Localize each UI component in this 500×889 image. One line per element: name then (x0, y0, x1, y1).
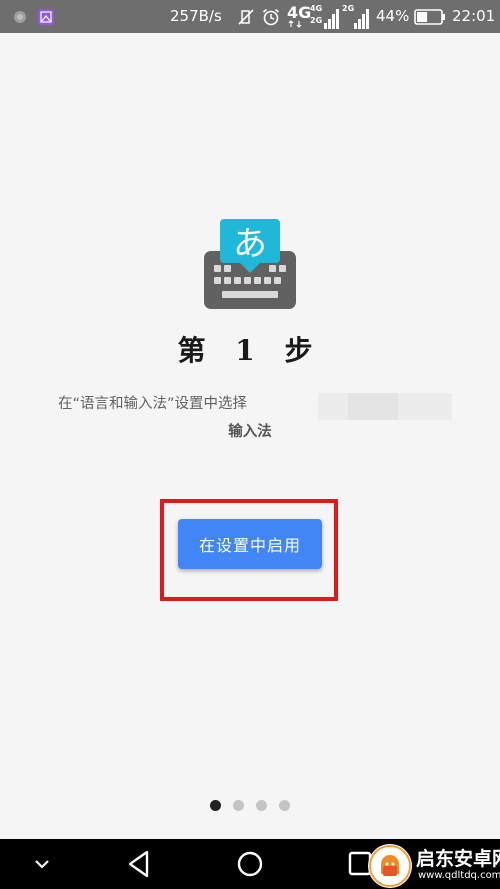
home-button[interactable] (234, 839, 266, 889)
collapse-button[interactable] (28, 839, 56, 889)
page-dot (233, 800, 244, 811)
sim1-type-bottom: 2G (310, 16, 323, 25)
watermark-url: www.qdltdq.com (418, 870, 500, 881)
watermark-logo-icon (369, 845, 411, 887)
sim1-type-top: 4G (310, 4, 323, 13)
page-dot (210, 800, 221, 811)
clock: 22:01 (452, 7, 496, 25)
watermark-logo (368, 844, 412, 888)
keyboard-app-icon: あ (204, 219, 296, 309)
network-rate: 257B/s (170, 7, 222, 25)
page-dot (256, 800, 267, 811)
alarm-icon (262, 8, 280, 26)
step-title: 第 1 步 (177, 334, 323, 367)
page-dot (279, 800, 290, 811)
back-button[interactable] (124, 839, 156, 889)
sim2-type: 2G (342, 4, 355, 13)
onboarding-screen: あ 第 1 步 在“语言和输入法”设置中选择 输入法 在设置中启用 (0, 33, 500, 839)
chevron-down-icon (35, 860, 49, 869)
home-icon (237, 851, 263, 877)
battery-icon (414, 9, 445, 25)
app-icon-glyph: あ (233, 224, 267, 264)
status-bar: 257B/s 4G 4G 2G 2G 44% 22:01 (0, 0, 500, 33)
gallery-icon (38, 9, 54, 25)
signal-icon (324, 9, 339, 29)
back-icon (128, 850, 149, 878)
sim1-signal: 4G 2G (310, 3, 340, 31)
signal-icon (354, 9, 369, 29)
watermark: 启东安卓网 www.qdltdq.com (360, 842, 500, 889)
watermark-title: 启东安卓网 (416, 848, 500, 870)
vibrate-off-icon (238, 9, 254, 25)
notification-dot-icon (14, 11, 26, 23)
redacted-overlay (318, 393, 452, 420)
data-activity-icon (288, 20, 302, 28)
battery-percent: 44% (376, 7, 410, 25)
sim2-signal: 2G (342, 3, 372, 31)
instruction-bold-text: 输入法 (228, 424, 272, 440)
enable-in-settings-button[interactable]: 在设置中启用 (178, 519, 322, 569)
